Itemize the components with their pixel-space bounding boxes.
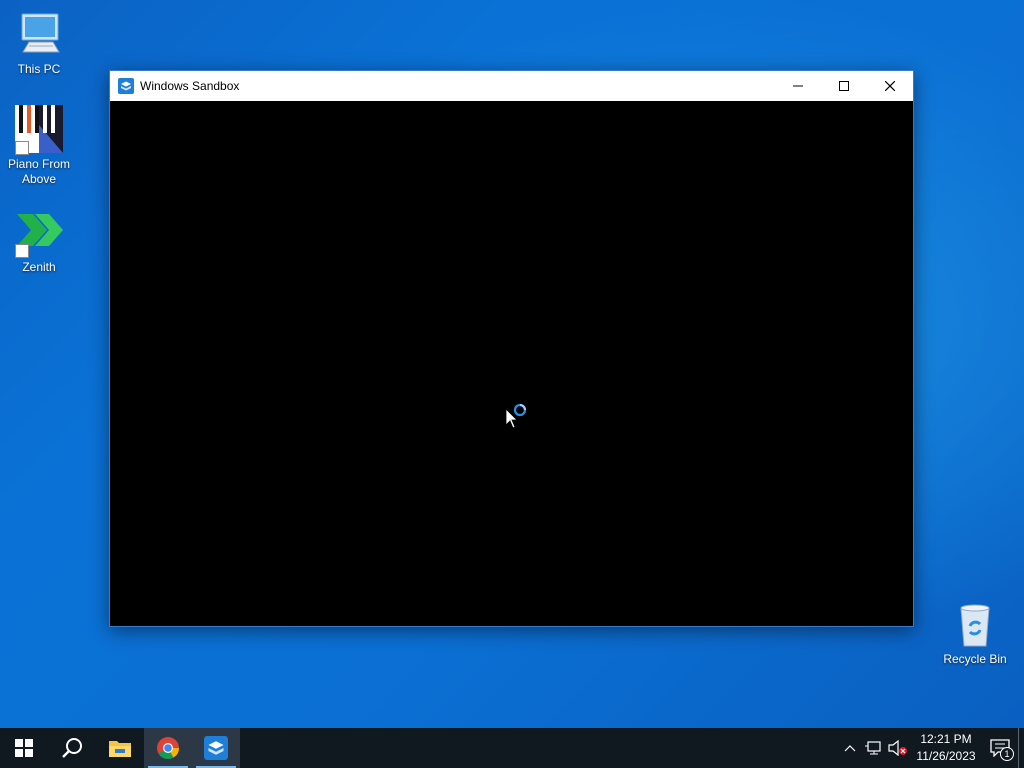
desktop-icon-zenith[interactable]: Zenith: [1, 208, 77, 275]
clock-date: 11/26/2023: [916, 749, 976, 763]
taskbar: 12:21 PM 11/26/2023 1: [0, 728, 1024, 768]
recycle-bin-icon: [951, 600, 999, 648]
folder-icon: [109, 741, 131, 757]
desktop-icon-this-pc[interactable]: This PC: [1, 10, 77, 77]
desktop-icon-recycle-bin[interactable]: Recycle Bin: [937, 600, 1013, 667]
chevron-up-icon: [844, 745, 856, 752]
shortcut-arrow-icon: [15, 141, 29, 155]
maximize-icon: [839, 81, 849, 91]
chrome-icon: [157, 737, 179, 759]
window-titlebar[interactable]: Windows Sandbox: [110, 71, 913, 101]
action-center-button[interactable]: 1: [982, 728, 1018, 768]
clock[interactable]: 12:21 PM 11/26/2023: [910, 731, 982, 765]
network-icon: [865, 741, 881, 755]
search-icon: [62, 738, 82, 758]
network-button[interactable]: [862, 728, 886, 768]
desktop-icon-label: Recycle Bin: [943, 652, 1007, 666]
piano-icon: [15, 105, 63, 155]
desktop-icon-label: This PC: [17, 62, 61, 76]
close-button[interactable]: [867, 71, 913, 101]
clock-time: 12:21 PM: [920, 732, 972, 746]
sandbox-app-icon: [118, 78, 134, 94]
close-icon: [885, 81, 895, 91]
desktop-icon-label: Zenith: [22, 260, 56, 274]
show-desktop-button[interactable]: [1018, 728, 1024, 768]
taskbar-file-explorer[interactable]: [96, 728, 144, 768]
zenith-chevron-icon: [15, 208, 63, 258]
computer-icon: [15, 10, 63, 58]
minimize-button[interactable]: [775, 71, 821, 101]
taskbar-chrome[interactable]: [144, 728, 192, 768]
window-title: Windows Sandbox: [140, 79, 240, 93]
notification-count-badge: 1: [1000, 747, 1014, 761]
volume-muted-icon: [888, 740, 907, 756]
taskbar-windows-sandbox[interactable]: [192, 728, 240, 768]
system-tray: 12:21 PM 11/26/2023 1: [838, 728, 1024, 768]
sandbox-client-area[interactable]: [110, 101, 913, 626]
desktop-icon-label: Piano From Above: [7, 157, 71, 186]
maximize-button[interactable]: [821, 71, 867, 101]
windows-logo-icon: [15, 739, 33, 757]
desktop-icon-piano-from-above[interactable]: Piano From Above: [1, 105, 77, 187]
show-hidden-icons-button[interactable]: [838, 728, 862, 768]
start-button[interactable]: [0, 728, 48, 768]
sandbox-window[interactable]: Windows Sandbox: [109, 70, 914, 627]
volume-button[interactable]: [886, 728, 910, 768]
busy-cursor-icon: [505, 403, 527, 429]
shortcut-arrow-icon: [15, 244, 29, 258]
search-button[interactable]: [48, 728, 96, 768]
sandbox-app-icon: [204, 736, 228, 760]
minimize-icon: [793, 85, 803, 87]
